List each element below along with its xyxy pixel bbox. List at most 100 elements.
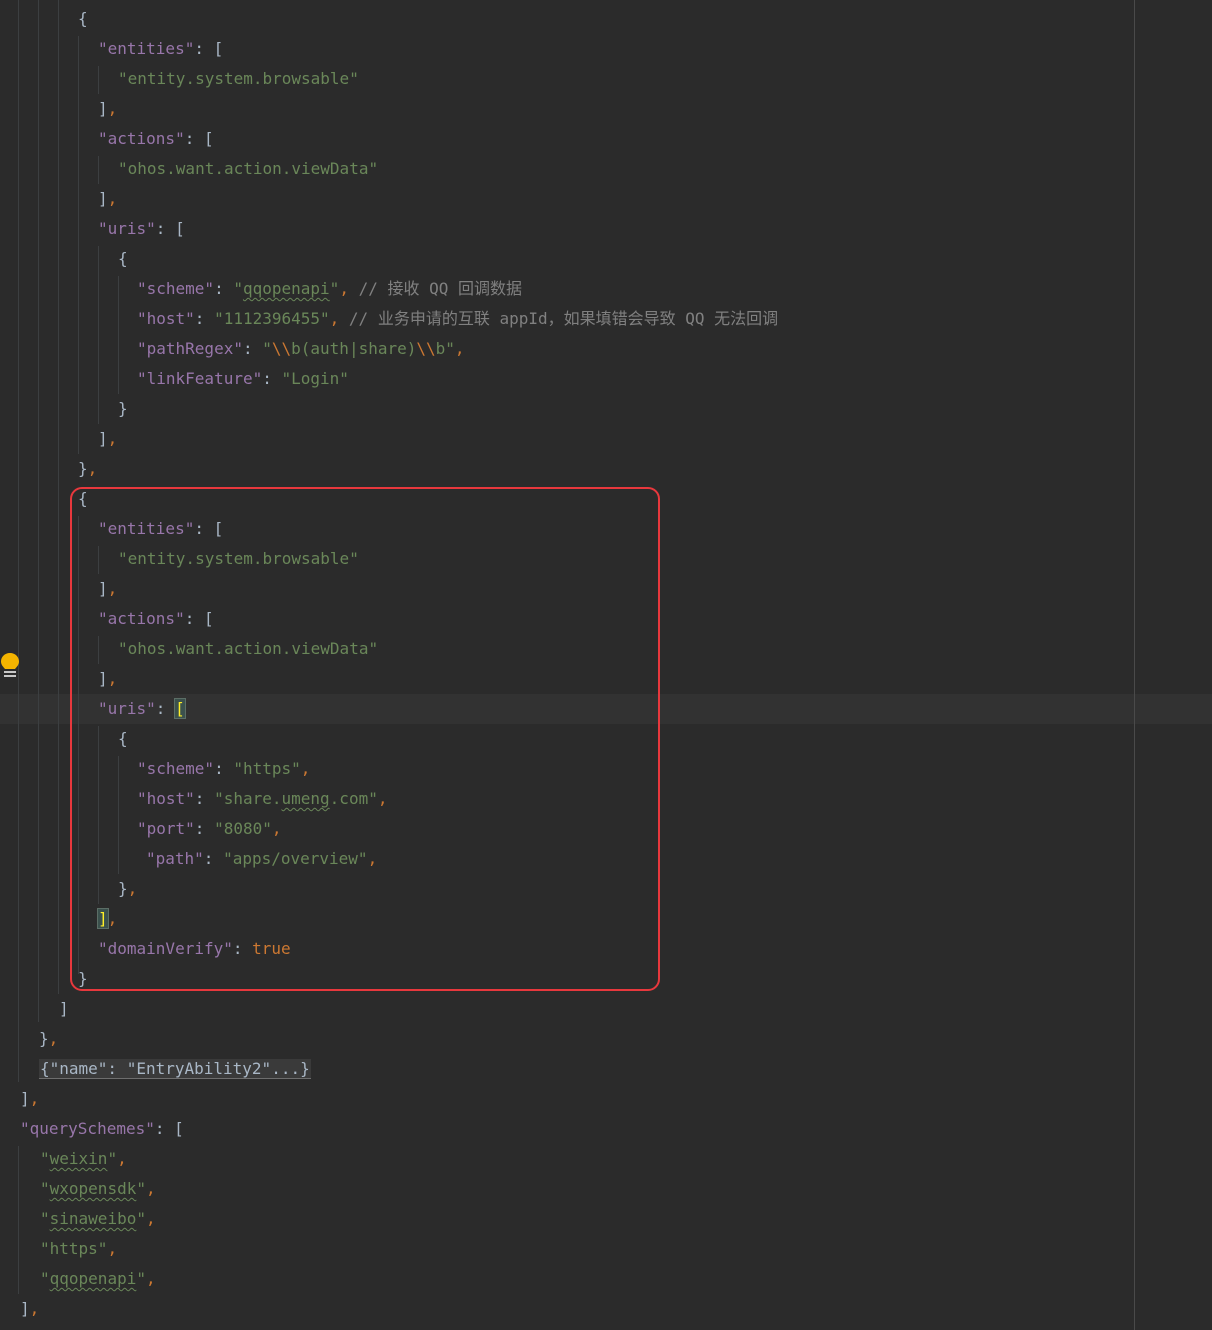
- code-token: // 业务申请的互联 appId，如果填错会导致 QQ 无法回调: [348, 309, 779, 328]
- indent-guide: [98, 156, 99, 184]
- code-token: ,: [107, 1239, 118, 1258]
- indent-guide: [38, 0, 39, 1022]
- code-token: "ohos.want.action.viewData": [118, 159, 379, 178]
- code-token: "linkFeature": [137, 369, 263, 388]
- indent-guide: [98, 66, 99, 94]
- code-token: ,: [145, 1269, 156, 1288]
- code-line[interactable]: "wxopensdk",: [40, 1174, 156, 1204]
- code-line[interactable]: "entity.system.browsable": [118, 64, 359, 94]
- code-token: {"name": "EntryAbility2"...}: [39, 1059, 311, 1079]
- code-line[interactable]: ]: [59, 994, 69, 1024]
- code-token: sinaweibo: [49, 1209, 137, 1228]
- code-token: ,: [145, 1179, 156, 1198]
- lightbulb-icon[interactable]: [0, 652, 20, 680]
- code-token: \\: [271, 339, 292, 358]
- code-line[interactable]: },: [78, 454, 97, 484]
- code-line[interactable]: ],: [98, 424, 117, 454]
- code-token: ": [40, 1269, 50, 1288]
- code-token: ": [136, 1179, 146, 1198]
- code-token: weixin: [49, 1149, 108, 1168]
- code-line[interactable]: "scheme": "qqopenapi", // 接收 QQ 回调数据: [137, 274, 522, 304]
- right-margin-guide: [1134, 0, 1135, 1330]
- code-line[interactable]: "linkFeature": "Login": [137, 364, 349, 394]
- code-token: ,: [29, 1299, 40, 1318]
- code-token: ": [329, 279, 340, 298]
- code-token: {: [118, 249, 128, 268]
- code-token: "entities": [98, 39, 195, 58]
- code-token: ,: [454, 339, 465, 358]
- code-token: ,: [87, 459, 98, 478]
- code-line[interactable]: "https",: [40, 1234, 117, 1264]
- indent-guide: [118, 276, 119, 394]
- code-line[interactable]: "qqopenapi",: [40, 1264, 156, 1294]
- code-token: ,: [329, 309, 349, 328]
- code-line[interactable]: ],: [98, 184, 117, 214]
- code-token: "uris": [98, 219, 156, 238]
- code-token: ,: [107, 189, 118, 208]
- code-line[interactable]: "ohos.want.action.viewData": [118, 154, 378, 184]
- code-line[interactable]: "entities": [: [98, 34, 223, 64]
- code-line[interactable]: {"name": "EntryAbility2"...}: [39, 1054, 311, 1084]
- code-token: :: [262, 369, 282, 388]
- indent-guide: [18, 1146, 19, 1294]
- code-line[interactable]: {: [118, 244, 128, 274]
- code-editor[interactable]: {"entities": ["entity.system.browsable"]…: [0, 0, 1212, 1330]
- indent-guide: [78, 36, 79, 454]
- code-token: }: [118, 399, 128, 418]
- code-token: ,: [145, 1209, 156, 1228]
- code-token: : [: [184, 129, 214, 148]
- code-line[interactable]: ],: [98, 94, 117, 124]
- code-token: "entity.system.browsable": [118, 69, 359, 88]
- indent-guide: [98, 246, 99, 424]
- code-line[interactable]: "querySchemes": [: [20, 1114, 184, 1144]
- code-token: ]: [98, 189, 108, 208]
- code-line[interactable]: "sinaweibo",: [40, 1204, 156, 1234]
- code-token: wxopensdk: [49, 1179, 137, 1198]
- code-token: ,: [29, 1089, 40, 1108]
- code-token: qqopenapi: [242, 279, 330, 298]
- indent-guide: [58, 0, 59, 994]
- code-token: ": [40, 1179, 50, 1198]
- code-token: ]: [59, 999, 69, 1018]
- code-token: "https": [40, 1239, 108, 1258]
- code-token: }: [39, 1029, 49, 1048]
- code-token: :: [214, 279, 234, 298]
- code-token: ": [40, 1209, 50, 1228]
- code-token: ": [136, 1269, 146, 1288]
- code-token: "host": [137, 309, 195, 328]
- code-token: "pathRegex": [137, 339, 243, 358]
- code-line[interactable]: ],: [20, 1294, 39, 1324]
- code-token: ]: [98, 429, 108, 448]
- code-line[interactable]: "uris": [: [98, 214, 185, 244]
- code-token: ": [107, 1149, 118, 1168]
- code-token: :: [242, 339, 263, 358]
- code-token: ": [40, 1149, 50, 1168]
- code-token: ]: [20, 1299, 30, 1318]
- code-token: {: [78, 9, 88, 28]
- code-line[interactable]: "actions": [: [98, 124, 214, 154]
- code-token: ,: [339, 279, 359, 298]
- code-token: ]: [98, 99, 108, 118]
- code-token: ,: [107, 429, 118, 448]
- code-token: ,: [107, 99, 118, 118]
- annotation-highlight-box: [70, 487, 660, 991]
- code-line[interactable]: "weixin",: [40, 1144, 127, 1174]
- code-line[interactable]: "pathRegex": "\\b(auth|share)\\b",: [137, 334, 465, 364]
- code-token: \\: [416, 339, 436, 358]
- code-token: }: [78, 459, 88, 478]
- code-line[interactable]: ],: [20, 1084, 39, 1114]
- code-token: "scheme": [137, 279, 215, 298]
- code-line[interactable]: }: [118, 394, 128, 424]
- code-token: // 接收 QQ 回调数据: [358, 279, 523, 298]
- code-token: "Login": [281, 369, 349, 388]
- code-token: b": [435, 339, 455, 358]
- code-line[interactable]: },: [39, 1024, 58, 1054]
- code-token: qqopenapi: [49, 1269, 137, 1288]
- code-line[interactable]: {: [78, 4, 88, 34]
- code-token: :: [194, 309, 215, 328]
- code-token: ": [262, 339, 272, 358]
- code-line[interactable]: "host": "1112396455", // 业务申请的互联 appId，如…: [137, 304, 778, 334]
- code-token: ,: [117, 1149, 127, 1168]
- code-token: ,: [48, 1029, 59, 1048]
- code-token: b(auth|share): [291, 339, 417, 358]
